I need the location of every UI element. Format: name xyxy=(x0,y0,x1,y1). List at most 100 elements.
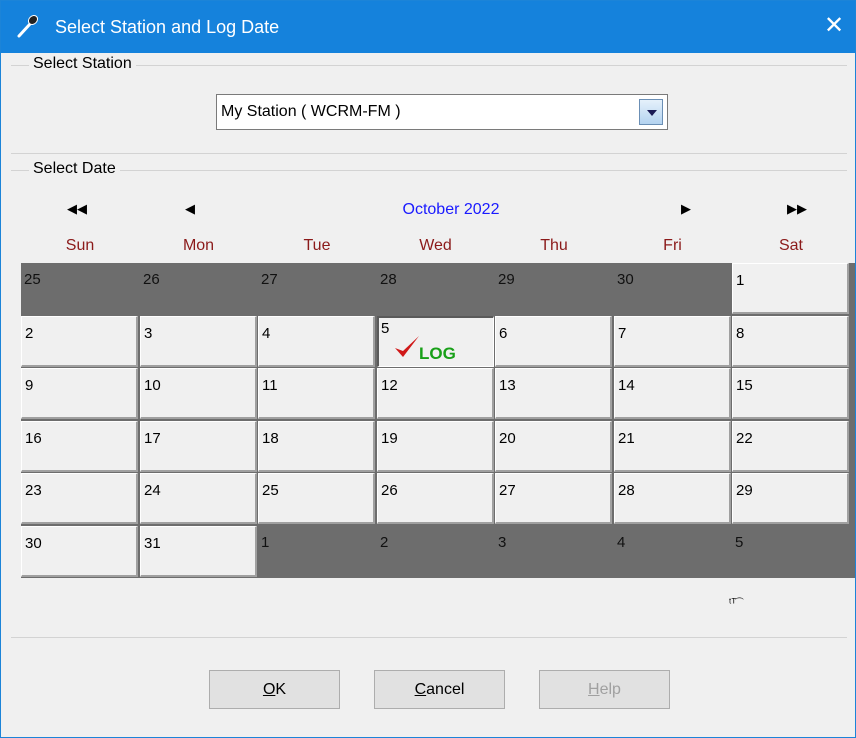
calendar-day[interactable]: 12 xyxy=(377,368,494,419)
day-number: 18 xyxy=(262,430,279,447)
day-number: 11 xyxy=(262,377,278,394)
ok-label-rest: K xyxy=(275,681,287,698)
day-number: 25 xyxy=(262,482,279,499)
day-number: 19 xyxy=(381,430,398,447)
calendar-day[interactable]: 7 xyxy=(614,316,731,367)
calendar-day-other-month[interactable]: 28 xyxy=(377,263,494,314)
calendar-day-other-month[interactable]: 2 xyxy=(377,526,494,577)
ok-button[interactable]: OK xyxy=(209,670,340,709)
cancel-label-rest: ancel xyxy=(426,681,465,698)
calendar-day-other-month[interactable]: 29 xyxy=(495,263,612,314)
day-number: 20 xyxy=(499,430,516,447)
next-year-button[interactable]: ▶▶ xyxy=(787,201,807,217)
calendar-day[interactable]: 20 xyxy=(495,421,612,472)
day-number: 5 xyxy=(381,320,390,337)
weekday-mon: Mon xyxy=(182,237,215,254)
day-number: 29 xyxy=(498,271,515,288)
calendar-day[interactable]: 18 xyxy=(258,421,375,472)
calendar-day[interactable]: 10 xyxy=(140,368,257,419)
calendar-day[interactable]: 22 xyxy=(732,421,849,472)
cancel-mnemonic: C xyxy=(414,681,427,698)
checkmark-icon xyxy=(395,336,419,357)
day-number: 10 xyxy=(144,377,161,394)
day-number: 8 xyxy=(736,325,745,342)
station-combobox[interactable]: My Station ( WCRM-FM ) xyxy=(216,94,668,130)
day-number: 27 xyxy=(499,482,516,499)
day-number: 26 xyxy=(143,271,160,288)
calendar-day[interactable]: 21 xyxy=(614,421,731,472)
calendar-day[interactable]: 25 xyxy=(258,473,375,524)
help-button[interactable]: Help xyxy=(539,670,670,709)
day-number: 21 xyxy=(618,430,635,447)
calendar-day[interactable]: 29 xyxy=(732,473,849,524)
dialog-window: Select Station and Log Date ✕ Select Sta… xyxy=(0,0,856,738)
calendar-day[interactable]: 14 xyxy=(614,368,731,419)
weekday-tue: Tue xyxy=(303,237,331,254)
day-number: 29 xyxy=(736,482,753,499)
calendar-day[interactable]: 3 xyxy=(140,316,257,367)
calendar-grid: 25 26 27 28 29 30 1 2 3 4 5 LOG 6 7 8 9 10 11 12 13 14 15 16 17… xyxy=(21,263,855,578)
day-number: 6 xyxy=(499,325,508,342)
day-number: 1 xyxy=(261,534,270,551)
close-icon: ✕ xyxy=(823,12,845,39)
calendar-day-other-month[interactable]: 5 xyxy=(732,526,849,577)
microphone-icon xyxy=(17,14,39,38)
calendar-day[interactable]: 17 xyxy=(140,421,257,472)
resize-marker: ᵗᵀ͡ xyxy=(729,597,737,609)
calendar-day[interactable]: 19 xyxy=(377,421,494,472)
next-month-button[interactable]: ▶ xyxy=(681,201,691,217)
calendar-day-other-month[interactable]: 26 xyxy=(140,263,257,314)
prev-month-button[interactable]: ◀ xyxy=(185,201,195,217)
day-number: 17 xyxy=(144,430,161,447)
calendar-day[interactable]: 23 xyxy=(21,473,138,524)
calendar-day[interactable]: 6 xyxy=(495,316,612,367)
calendar-day[interactable]: 8 xyxy=(732,316,849,367)
calendar-day[interactable]: 2 xyxy=(21,316,138,367)
close-button[interactable]: ✕ xyxy=(819,11,849,41)
day-number: 2 xyxy=(380,534,389,551)
day-number: 23 xyxy=(25,482,42,499)
calendar-day[interactable]: 9 xyxy=(21,368,138,419)
calendar-day-other-month[interactable]: 1 xyxy=(258,526,375,577)
calendar-day[interactable]: 16 xyxy=(21,421,138,472)
station-group-label: Select Station xyxy=(29,55,136,73)
cancel-button[interactable]: Cancel xyxy=(374,670,505,709)
calendar-day[interactable]: 24 xyxy=(140,473,257,524)
day-number: 15 xyxy=(736,377,753,394)
calendar-day-other-month[interactable]: 4 xyxy=(614,526,731,577)
day-number: 24 xyxy=(144,482,161,499)
day-number: 30 xyxy=(617,271,634,288)
calendar-day[interactable]: 11 xyxy=(258,368,375,419)
ok-mnemonic: O xyxy=(262,681,276,698)
date-group-border xyxy=(11,170,847,171)
station-combobox-value: My Station ( WCRM-FM ) xyxy=(221,103,401,120)
calendar-day-other-month[interactable]: 3 xyxy=(495,526,612,577)
day-number: 4 xyxy=(262,325,271,342)
day-number: 16 xyxy=(25,430,42,447)
calendar-day[interactable]: 4 xyxy=(258,316,375,367)
calendar-day[interactable]: 31 xyxy=(140,526,257,577)
calendar-day[interactable]: 5 LOG xyxy=(377,316,494,367)
station-group-bottom xyxy=(11,153,847,154)
day-number: 2 xyxy=(25,325,34,342)
day-number: 22 xyxy=(736,430,753,447)
day-number: 1 xyxy=(736,272,745,289)
calendar-day[interactable]: 26 xyxy=(377,473,494,524)
calendar-day-other-month[interactable]: 30 xyxy=(614,263,731,314)
date-group-bottom xyxy=(11,637,847,638)
station-group-border xyxy=(11,65,847,66)
prev-year-button[interactable]: ◀◀ xyxy=(67,201,87,217)
calendar-day[interactable]: 27 xyxy=(495,473,612,524)
day-number: 9 xyxy=(25,377,34,394)
day-number: 31 xyxy=(144,535,161,552)
calendar-day[interactable]: 13 xyxy=(495,368,612,419)
calendar-day-other-month[interactable]: 25 xyxy=(21,263,138,314)
dropdown-arrow-icon[interactable] xyxy=(639,99,663,125)
calendar-day[interactable]: 15 xyxy=(732,368,849,419)
day-number: 13 xyxy=(499,377,516,394)
calendar-day-other-month[interactable]: 27 xyxy=(258,263,375,314)
calendar-day[interactable]: 1 xyxy=(732,263,849,314)
day-number: 4 xyxy=(617,534,626,551)
calendar-day[interactable]: 28 xyxy=(614,473,731,524)
calendar-day[interactable]: 30 xyxy=(21,526,138,577)
